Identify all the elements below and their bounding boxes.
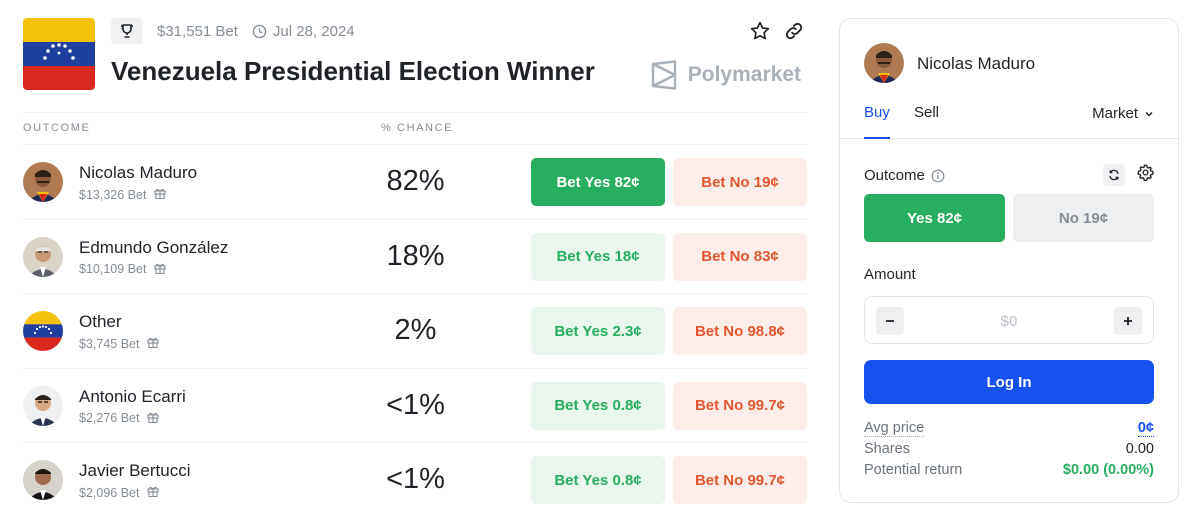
candidate-volume: $2,276 Bet [79, 411, 140, 426]
bet-yes-button[interactable]: Bet Yes 18¢ [531, 232, 665, 281]
plus-icon [1124, 317, 1132, 325]
avatar [23, 162, 63, 202]
gift-icon[interactable] [154, 187, 166, 202]
gift-icon[interactable] [154, 262, 166, 277]
potential-return-value: $0.00 (0.00%) [1062, 462, 1154, 478]
amount-input[interactable] [915, 309, 1103, 333]
info-icon[interactable] [931, 169, 945, 183]
potential-return-label: Potential return [864, 462, 963, 478]
candidate-volume: $2,096 Bet [79, 485, 140, 500]
chance-value: <1% [386, 463, 445, 496]
chevron-down-icon [1145, 111, 1153, 117]
bet-no-button[interactable]: Bet No 83¢ [673, 232, 807, 281]
candidate-name: Javier Bertucci [79, 461, 191, 481]
candidate-name: Nicolas Maduro [79, 163, 198, 182]
candidate-volume: $10,109 Bet [79, 262, 147, 277]
divider [23, 112, 807, 113]
link-icon[interactable] [783, 20, 805, 47]
outcome-row[interactable]: Edmundo González $10,109 Bet 18% Bet Yes… [23, 218, 807, 294]
venezuela-flag-image [23, 18, 95, 90]
login-button[interactable]: Log In [864, 360, 1154, 404]
polymarket-logo[interactable]: Polymarket [650, 60, 801, 90]
bet-no-button[interactable]: Bet No 98.8¢ [673, 307, 807, 356]
gift-icon[interactable] [147, 485, 160, 500]
header-chance: % CHANCE [381, 122, 454, 134]
order-summary: Avg price 0¢ Shares 0.00 Potential retur… [864, 420, 1154, 483]
selected-candidate-name: Nicolas Maduro [917, 54, 1036, 73]
header-outcome: OUTCOME [23, 122, 91, 134]
outcome-row[interactable]: Nicolas Maduro $13,326 Bet 82% Bet Yes 8… [23, 144, 807, 219]
outcome-label: Outcome [864, 167, 925, 184]
polymarket-wordmark: Polymarket [687, 63, 801, 86]
market-title: Venezuela Presidential Election Winner [111, 56, 595, 86]
outcome-row[interactable]: Antonio Ecarri $2,276 Bet <1% Bet Yes 0.… [23, 367, 807, 443]
gift-icon[interactable] [147, 411, 160, 426]
chance-value: 2% [394, 314, 437, 347]
chance-value: 82% [386, 165, 445, 197]
trophy-icon [111, 18, 143, 44]
market-date: Jul 28, 2024 [272, 22, 355, 40]
bet-yes-button[interactable]: Bet Yes 82¢ [531, 158, 665, 206]
increase-amount-button[interactable] [1114, 307, 1142, 335]
shares-value: 0.00 [1125, 441, 1154, 457]
order-type-label: Market [1092, 105, 1138, 122]
market-meta: $31,551 Bet Jul 28, 2024 [111, 18, 355, 44]
outcome-row[interactable]: Javier Bertucci $2,096 Bet <1% Bet Yes 0… [23, 442, 807, 517]
trade-panel: Nicolas Maduro Buy Sell Market Outcome Y… [839, 18, 1179, 503]
chance-value: 18% [386, 239, 445, 272]
market-volume: $31,551 Bet [157, 22, 238, 40]
gear-icon[interactable] [1137, 164, 1154, 186]
bet-no-button[interactable]: Bet No 19¢ [673, 158, 807, 206]
tab-buy[interactable]: Buy [864, 104, 890, 139]
outcome-table: Nicolas Maduro $13,326 Bet 82% Bet Yes 8… [23, 144, 807, 517]
refresh-icon[interactable] [1103, 164, 1125, 186]
table-header: OUTCOME % CHANCE [23, 122, 807, 142]
minus-icon [886, 320, 894, 322]
candidate-name: Edmundo González [79, 237, 229, 257]
candidate-volume: $3,745 Bet [79, 336, 140, 351]
selected-candidate-avatar [864, 43, 904, 83]
candidate-name: Antonio Ecarri [79, 386, 186, 406]
decrease-amount-button[interactable] [876, 307, 904, 335]
avatar [23, 385, 63, 426]
order-type-dropdown[interactable]: Market [1092, 105, 1154, 122]
bet-yes-button[interactable]: Bet Yes 0.8¢ [531, 381, 665, 430]
amount-label: Amount [864, 266, 916, 283]
avg-price-value[interactable]: 0¢ [1137, 420, 1154, 437]
bet-yes-button[interactable]: Bet Yes 0.8¢ [531, 456, 665, 505]
chance-value: <1% [386, 388, 445, 421]
outcome-no-button[interactable]: No 19¢ [1013, 194, 1154, 242]
avatar [23, 236, 63, 277]
candidate-name: Other [79, 312, 122, 332]
clock-icon [252, 24, 267, 38]
avatar [23, 460, 63, 501]
shares-label: Shares [864, 441, 910, 457]
trade-tabs: Buy Sell Market [840, 101, 1178, 139]
bet-no-button[interactable]: Bet No 99.7¢ [673, 381, 807, 430]
amount-field [864, 296, 1154, 344]
outcome-yes-button[interactable]: Yes 82¢ [864, 194, 1005, 242]
avg-price-label: Avg price [864, 420, 925, 437]
bet-yes-button[interactable]: Bet Yes 2.3¢ [531, 307, 665, 356]
venezuela-flag-avatar [23, 311, 63, 352]
candidate-volume: $13,326 Bet [79, 187, 147, 202]
star-icon[interactable] [749, 20, 771, 47]
bet-no-button[interactable]: Bet No 99.7¢ [673, 456, 807, 505]
outcome-row[interactable]: Other $3,745 Bet 2% Bet Yes 2.3¢ Bet No … [23, 293, 807, 368]
gift-icon[interactable] [147, 336, 160, 351]
tab-sell[interactable]: Sell [914, 104, 939, 121]
polymarket-icon [651, 60, 676, 90]
